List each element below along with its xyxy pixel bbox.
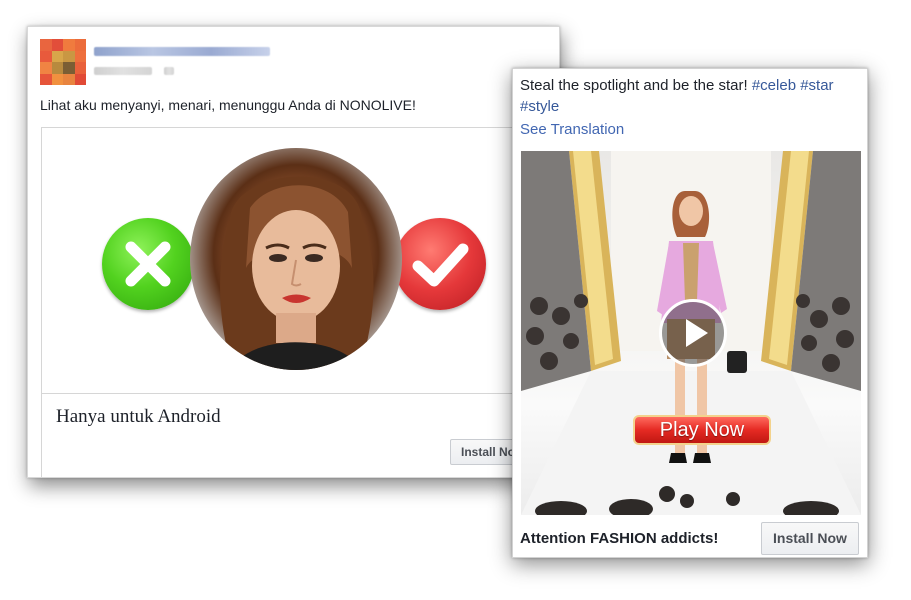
- page-name-blurred[interactable]: [94, 47, 270, 56]
- ad-headline: Attention FASHION addicts!: [520, 530, 719, 547]
- x-icon: [102, 218, 194, 310]
- install-now-button[interactable]: Install Now: [761, 522, 859, 555]
- ad-headline: Hanya untuk Android: [56, 406, 221, 427]
- ad-card-nonolive: Lihat aku menyanyi, menari, menunggu And…: [27, 26, 560, 478]
- play-now-button[interactable]: Play Now: [633, 415, 771, 445]
- ad-video[interactable]: Play Now: [521, 151, 861, 515]
- woman-portrait: [190, 148, 402, 370]
- globe-icon: [164, 67, 174, 75]
- ad-card-fashion: Steal the spotlight and be the star! #ce…: [512, 68, 868, 558]
- post-text: Lihat aku menyanyi, menari, menunggu And…: [40, 97, 416, 113]
- ad-headline-area[interactable]: Hanya untuk Android: [41, 393, 548, 477]
- ad-image[interactable]: [41, 127, 548, 394]
- checkmark-icon: [394, 218, 486, 310]
- avatar[interactable]: [40, 39, 86, 85]
- post-text: Steal the spotlight and be the star! #ce…: [520, 75, 860, 117]
- play-icon[interactable]: [659, 299, 727, 367]
- see-translation-link[interactable]: See Translation: [520, 121, 624, 138]
- sponsored-label-blurred: [94, 67, 152, 75]
- post-text-body: Steal the spotlight and be the star!: [520, 77, 748, 94]
